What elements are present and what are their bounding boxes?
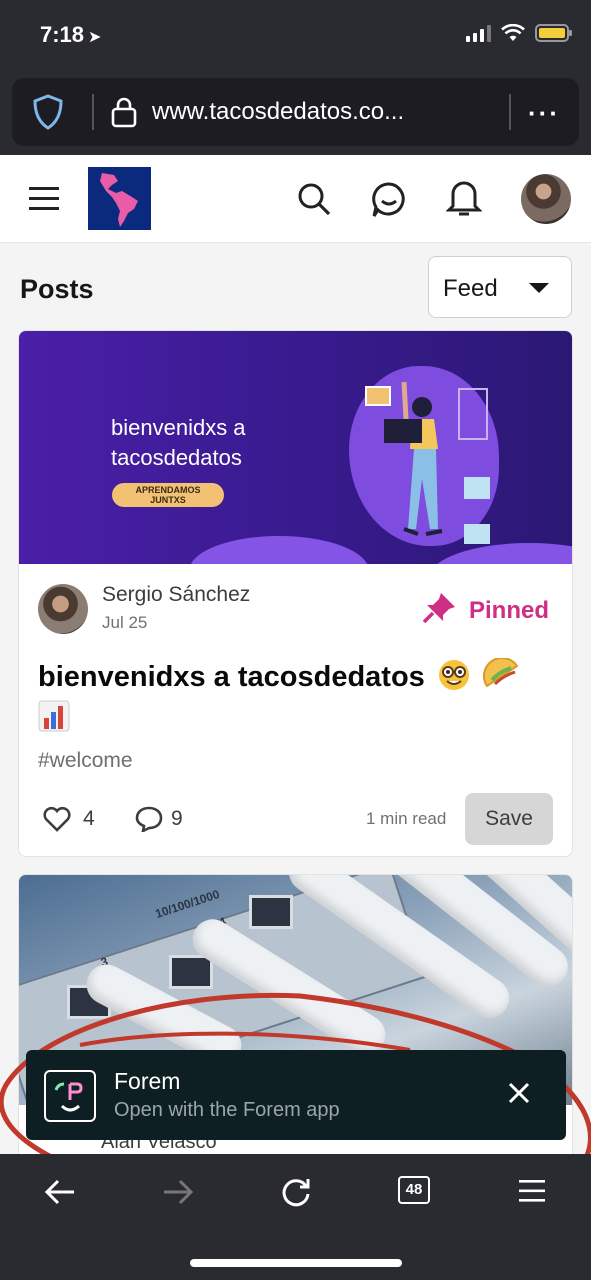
divider — [509, 94, 511, 130]
post-tag[interactable]: #welcome — [38, 749, 133, 773]
user-avatar[interactable] — [521, 174, 571, 224]
site-logo[interactable] — [88, 167, 151, 230]
post-title[interactable]: bienvenidxs a tacosdedatos — [38, 657, 558, 737]
nerd-face-emoji-icon — [438, 660, 469, 690]
battery-icon — [535, 24, 572, 42]
author-name[interactable]: Sergio Sánchez — [102, 583, 250, 607]
cover-title: bienvenidxs a tacosdedatos — [111, 415, 246, 470]
feed-select[interactable]: Feed — [428, 256, 572, 318]
forem-app-icon — [44, 1070, 96, 1122]
author-avatar[interactable] — [38, 584, 88, 634]
address-bar[interactable]: www.tacosdedatos.co... ··· — [12, 78, 579, 146]
page-title: Posts — [20, 274, 94, 304]
home-indicator[interactable] — [190, 1259, 402, 1267]
wifi-icon — [501, 24, 525, 41]
ethernet-port — [169, 955, 213, 989]
comment-count[interactable]: 9 — [171, 807, 183, 831]
location-icon: ➤ — [88, 29, 102, 46]
close-icon[interactable] — [506, 1080, 532, 1106]
menu-icon[interactable] — [518, 1178, 546, 1204]
browser-chrome-top: 7:18 ➤ www.tacosdedatos.co... ··· — [0, 0, 591, 155]
bar-chart-emoji-icon — [38, 700, 70, 732]
taco-emoji-icon — [482, 658, 519, 688]
status-time: 7:18 ➤ — [40, 22, 102, 47]
cover-badge: APRENDAMOS JUNTXS — [112, 483, 224, 507]
pinned-label: Pinned — [469, 597, 550, 624]
url-text[interactable]: www.tacosdedatos.co... — [152, 98, 404, 126]
decorative-wave — [189, 536, 369, 564]
reload-icon[interactable] — [280, 1176, 312, 1208]
reaction-count[interactable]: 4 — [83, 807, 95, 831]
save-button[interactable]: Save — [465, 793, 553, 845]
shield-icon[interactable] — [32, 94, 64, 130]
cellular-signal-icon — [466, 24, 491, 42]
comment-icon[interactable] — [135, 806, 163, 832]
divider — [92, 94, 94, 130]
pin-icon — [422, 593, 455, 624]
latin-america-map-icon — [100, 173, 138, 227]
app-subtitle: Open with the Forem app — [114, 1099, 340, 1121]
more-options-button[interactable]: ··· — [528, 98, 560, 129]
ethernet-port — [249, 895, 293, 929]
forward-arrow-icon[interactable] — [162, 1178, 194, 1206]
heart-icon[interactable] — [43, 806, 71, 832]
tabs-button[interactable]: 48 — [398, 1176, 430, 1204]
lock-icon — [111, 97, 137, 128]
post-cover-image[interactable]: bienvenidxs a tacosdedatos APRENDAMOS JU… — [19, 331, 572, 564]
feed-select-value: Feed — [443, 275, 498, 302]
chat-icon[interactable] — [370, 181, 408, 219]
post-date[interactable]: Jul 25 — [102, 613, 147, 633]
post-card[interactable]: bienvenidxs a tacosdedatos APRENDAMOS JU… — [18, 330, 573, 857]
person-with-laptop-illustration — [365, 381, 490, 544]
chevron-down-icon — [529, 283, 549, 293]
app-banner[interactable]: Forem Open with the Forem app — [26, 1050, 566, 1140]
port-label: 10/100/1000 — [153, 887, 222, 921]
read-time: 1 min read — [366, 809, 447, 828]
status-icons — [466, 24, 572, 42]
notifications-bell-icon[interactable] — [446, 179, 482, 219]
back-arrow-icon[interactable] — [44, 1178, 76, 1206]
app-name: Forem — [114, 1068, 181, 1094]
site-header — [0, 155, 591, 243]
hamburger-menu-icon[interactable] — [28, 183, 60, 213]
search-icon[interactable] — [296, 181, 332, 217]
